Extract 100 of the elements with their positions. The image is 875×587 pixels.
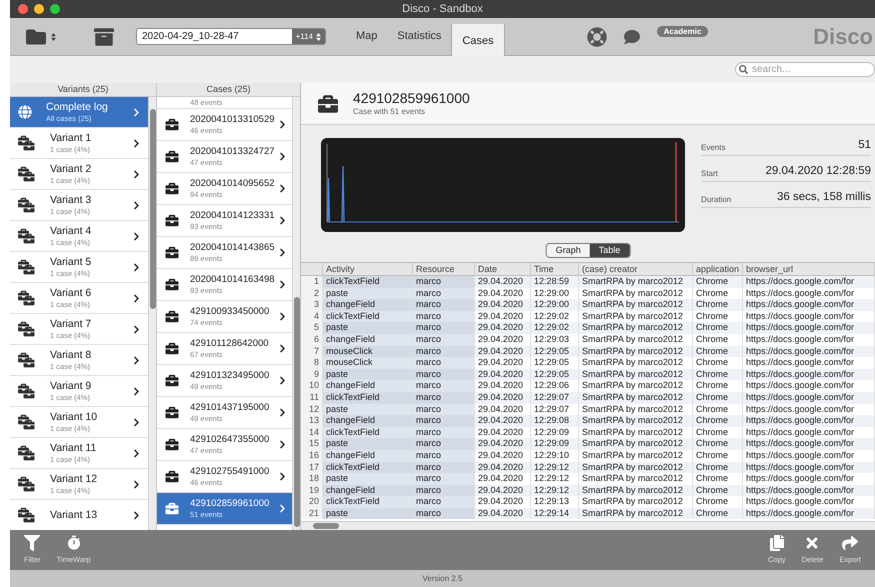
globe-icon [18, 105, 32, 119]
briefcase-icon [165, 502, 179, 515]
table-cell: marco [413, 496, 475, 508]
stat-label: Start [701, 168, 718, 180]
search-field[interactable]: search... [735, 62, 875, 77]
edition-badge: Academic [656, 26, 708, 37]
table-cell: marco [413, 473, 475, 485]
chevron-icon [279, 312, 286, 321]
lifebuoy-icon[interactable] [586, 26, 607, 46]
variant-title: Variant 7 [50, 319, 92, 330]
up-down-arrows-icon [51, 32, 56, 40]
briefcases-icon [18, 259, 36, 275]
briefcase-icon [165, 214, 179, 227]
briefcase-icon [165, 278, 179, 291]
vertical-scrollbar[interactable] [292, 97, 300, 530]
table-cell: marco [413, 508, 475, 520]
table-cell: marco [413, 462, 475, 474]
table-cell: marco [413, 299, 475, 311]
chevron-icon [133, 324, 140, 334]
briefcases-icon [18, 383, 36, 399]
window-title: Disco - Sandbox [402, 2, 483, 17]
table-cell: clickTextField [323, 462, 413, 474]
archive-icon[interactable] [94, 26, 114, 46]
row-number: 3 [301, 299, 323, 311]
variant-title: Variant 13 [50, 510, 98, 520]
open-folder-button[interactable] [24, 26, 56, 46]
briefcase-icon [165, 406, 179, 419]
zoom-button[interactable] [50, 4, 60, 14]
case-subtitle: Case with 51 events [353, 108, 426, 116]
stat-label: Events [701, 142, 726, 154]
chevron-icon [279, 152, 286, 161]
chevron-icon [133, 448, 140, 458]
row-number: 14 [301, 426, 323, 438]
row-number: 11 [301, 392, 323, 404]
briefcase-icon [165, 182, 179, 195]
minimize-button[interactable] [34, 4, 44, 14]
table-cell: marco [413, 276, 475, 288]
row-number: 19 [301, 484, 323, 496]
briefcases-icon [18, 352, 36, 368]
horizontal-scrollbar[interactable] [301, 521, 875, 530]
briefcases-icon [18, 166, 36, 182]
table-cell: marco [413, 404, 475, 416]
chevron-icon [133, 200, 140, 210]
chevron-icon [279, 280, 286, 289]
nav-tab[interactable]: Statistics [387, 18, 452, 55]
variant-title: Variant 11 [50, 443, 98, 454]
table-cell: changeField [323, 450, 413, 462]
briefcase-icon [165, 118, 179, 131]
variant-title: Variant 9 [50, 381, 92, 392]
variant-title: Variant 5 [50, 257, 92, 268]
column-header: Cases (25) [206, 82, 250, 96]
table-cell: 29.04.2020 [475, 508, 531, 520]
nav-tab[interactable]: Cases [451, 24, 505, 56]
briefcase-icon [165, 470, 179, 483]
table-cell: mouseClick [323, 357, 413, 369]
table-cell: https://docs.google.com/for [743, 508, 875, 520]
row-number: 4 [301, 310, 323, 322]
version-label: Version 2.5 [422, 572, 463, 584]
briefcase-icon [165, 310, 179, 323]
copy-icon [768, 534, 785, 551]
chevron-icon [279, 248, 286, 257]
row-number: 16 [301, 450, 323, 462]
row-number: 12 [301, 404, 323, 416]
row-number: 5 [301, 322, 323, 334]
app-logo: Disco [813, 23, 873, 51]
vertical-scrollbar[interactable] [148, 97, 156, 530]
close-button[interactable] [18, 4, 28, 14]
briefcases-icon [18, 135, 36, 151]
dataset-selector[interactable]: 2020-04-29_10-28-47 +114 [136, 28, 326, 45]
chevron-icon [133, 510, 140, 520]
briefcases-icon [18, 507, 36, 523]
table-cell: marco [413, 322, 475, 334]
chevron-icon [133, 232, 140, 240]
chevron-icon [279, 120, 286, 129]
chevron-icon [133, 480, 140, 488]
variant-title: Variant 10 [50, 412, 98, 422]
row-number: 13 [301, 415, 323, 427]
table-cell: marco [413, 334, 475, 346]
filter-icon [24, 534, 40, 551]
view-toggle[interactable]: Graph [546, 244, 590, 257]
chevron-icon [279, 472, 286, 481]
delete-icon [804, 534, 820, 551]
table-cell: changeField [323, 334, 413, 346]
briefcase-icon [165, 438, 179, 451]
row-number: 20 [301, 496, 323, 508]
case-id: 429101128642000 [190, 338, 270, 348]
stat-value: 36 secs, 158 millis [777, 190, 871, 205]
table-cell: clickTextField [323, 426, 413, 438]
view-toggle[interactable]: Table [590, 244, 630, 257]
case-id: 429102647355000 [190, 434, 270, 444]
chevron-icon [133, 418, 140, 426]
table-cell: paste [323, 288, 413, 300]
nav-tab[interactable]: Map [346, 18, 388, 55]
table-cell: clickTextField [323, 392, 413, 404]
table-cell: marco [413, 368, 475, 380]
chat-bubble-icon[interactable] [622, 28, 641, 44]
chevron-icon [279, 440, 286, 449]
table-cell: changeField [323, 380, 413, 392]
table-cell: marco [413, 392, 475, 404]
up-down-arrows-icon [316, 32, 321, 40]
